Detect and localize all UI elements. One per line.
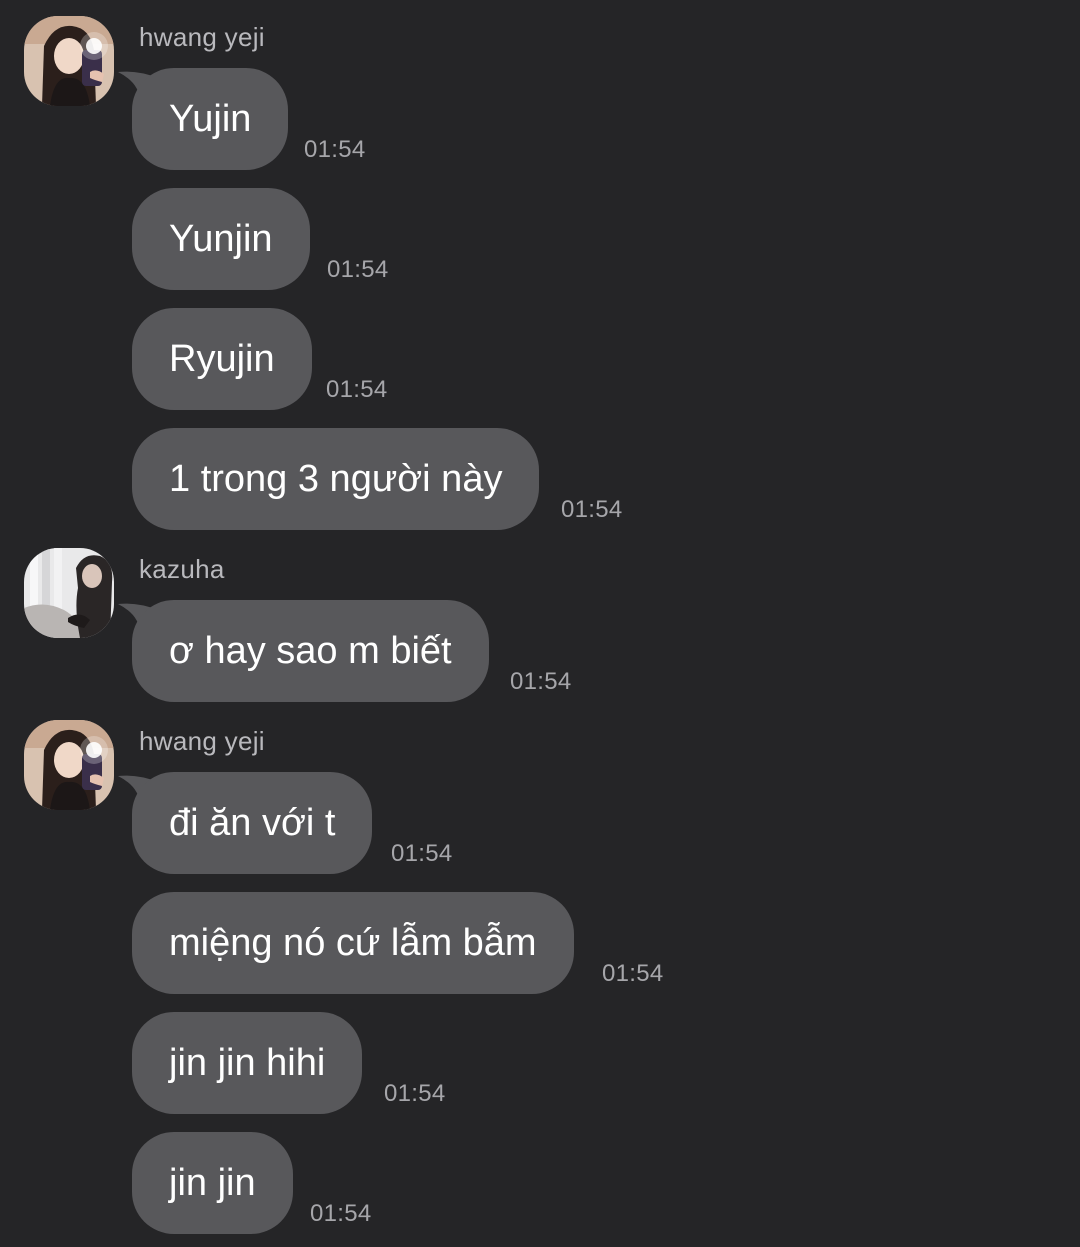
message-timestamp: 01:54 — [391, 840, 453, 867]
message-timestamp: 01:54 — [327, 256, 389, 283]
message-bubble[interactable]: Ryujin — [132, 308, 312, 410]
message-timestamp: 01:54 — [310, 1200, 372, 1227]
avatar-hwang-yeji[interactable] — [24, 16, 114, 106]
avatar-kazuha[interactable] — [24, 548, 114, 638]
message-bubble[interactable]: đi ăn với t — [132, 772, 373, 874]
chat-thread: hwang yeji Yujin 01:54 Yunjin 01:54 Ryuj… — [0, 0, 1080, 1247]
avatar-hwang-yeji[interactable] — [24, 720, 114, 810]
message-bubble[interactable]: jin jin — [132, 1132, 293, 1234]
sender-name: hwang yeji — [139, 22, 265, 52]
sender-name: hwang yeji — [139, 726, 265, 756]
message-bubble[interactable]: ơ hay sao m biết — [132, 600, 489, 702]
message-timestamp: 01:54 — [384, 1080, 446, 1107]
message-bubble[interactable]: Yunjin — [132, 188, 310, 290]
profile-photo-icon — [24, 16, 114, 106]
profile-photo-icon — [24, 548, 114, 638]
message-timestamp: 01:54 — [326, 376, 388, 403]
message-bubble[interactable]: 1 trong 3 người này — [132, 428, 540, 530]
sender-name: kazuha — [139, 554, 225, 584]
message-timestamp: 01:54 — [510, 668, 572, 695]
message-bubble[interactable]: Yujin — [132, 68, 289, 170]
message-bubble[interactable]: jin jin hihi — [132, 1012, 363, 1114]
message-timestamp: 01:54 — [602, 960, 664, 987]
message-bubble[interactable]: miệng nó cứ lẫm bẫm — [132, 892, 574, 994]
message-timestamp: 01:54 — [561, 496, 623, 523]
profile-photo-icon — [24, 720, 114, 810]
message-timestamp: 01:54 — [304, 136, 366, 163]
